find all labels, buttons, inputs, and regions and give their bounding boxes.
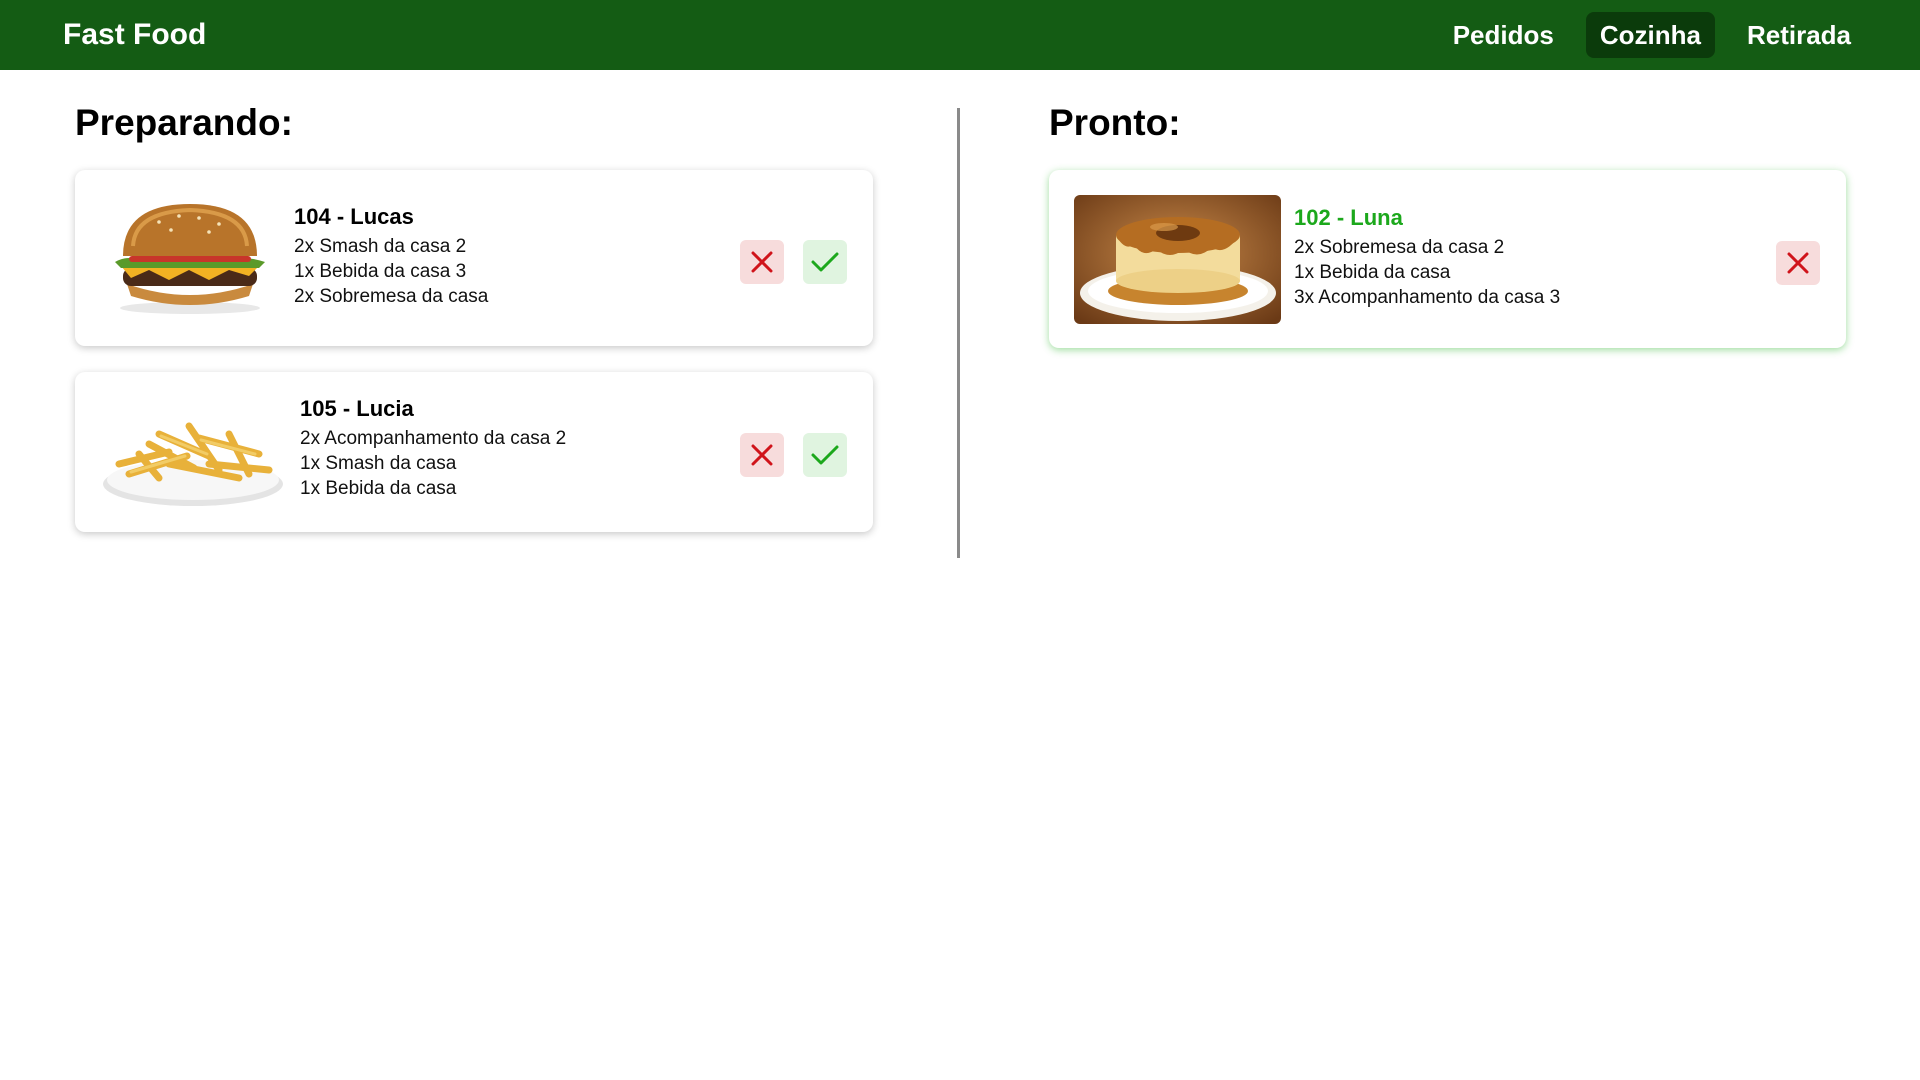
nav-item-pedidos[interactable]: Pedidos [1439,12,1568,58]
order-items: 2x Acompanhamento da casa 2 1x Smash da … [300,426,566,501]
check-icon [811,252,839,272]
order-item: 2x Smash da casa 2 [294,236,467,257]
burger-image [99,196,281,320]
app-brand[interactable]: Fast Food [63,0,206,70]
order-items: 2x Smash da casa 2 1x Bebida da casa 3 2… [294,234,488,309]
nav-item-retirada[interactable]: Retirada [1733,12,1865,58]
close-icon [751,444,773,466]
check-icon [811,445,839,465]
order-items: 2x Sobremesa da casa 2 1x Bebida da casa… [1294,235,1560,310]
close-icon [1787,252,1809,274]
order-item: 1x Bebida da casa [1294,262,1451,283]
order-item: 1x Smash da casa [300,453,457,474]
cancel-order-button[interactable] [1776,241,1820,285]
fries-image [99,394,287,510]
close-icon [751,251,773,273]
order-item: 3x Acompanhamento da casa 3 [1294,287,1561,308]
column-divider [957,108,960,558]
order-title: 105 - Lucia [300,396,414,421]
order-card: 102 - Luna 2x Sobremesa da casa 2 1x Beb… [1049,170,1846,348]
cancel-order-button[interactable] [740,433,784,477]
confirm-order-button[interactable] [803,433,847,477]
ready-title: Pronto: [1049,102,1181,143]
top-navbar: Fast Food Pedidos Cozinha Retirada [0,0,1920,70]
order-card: 105 - Lucia 2x Acompanhamento da casa 2 … [75,372,873,532]
cancel-order-button[interactable] [740,240,784,284]
order-item: 2x Sobremesa da casa 2 [1294,237,1505,258]
order-card: 104 - Lucas 2x Smash da casa 2 1x Bebida… [75,170,873,346]
order-title: 102 - Luna [1294,205,1403,230]
main-nav: Pedidos Cozinha Retirada [1439,12,1865,58]
flan-image [1074,195,1281,324]
preparing-title: Preparando: [75,102,293,143]
confirm-order-button[interactable] [803,240,847,284]
order-item: 1x Bebida da casa [300,478,457,499]
order-item: 2x Sobremesa da casa [294,286,489,307]
nav-item-cozinha[interactable]: Cozinha [1585,12,1715,58]
order-item: 1x Bebida da casa 3 [294,261,467,282]
order-title: 104 - Lucas [294,204,414,229]
order-item: 2x Acompanhamento da casa 2 [300,428,567,449]
